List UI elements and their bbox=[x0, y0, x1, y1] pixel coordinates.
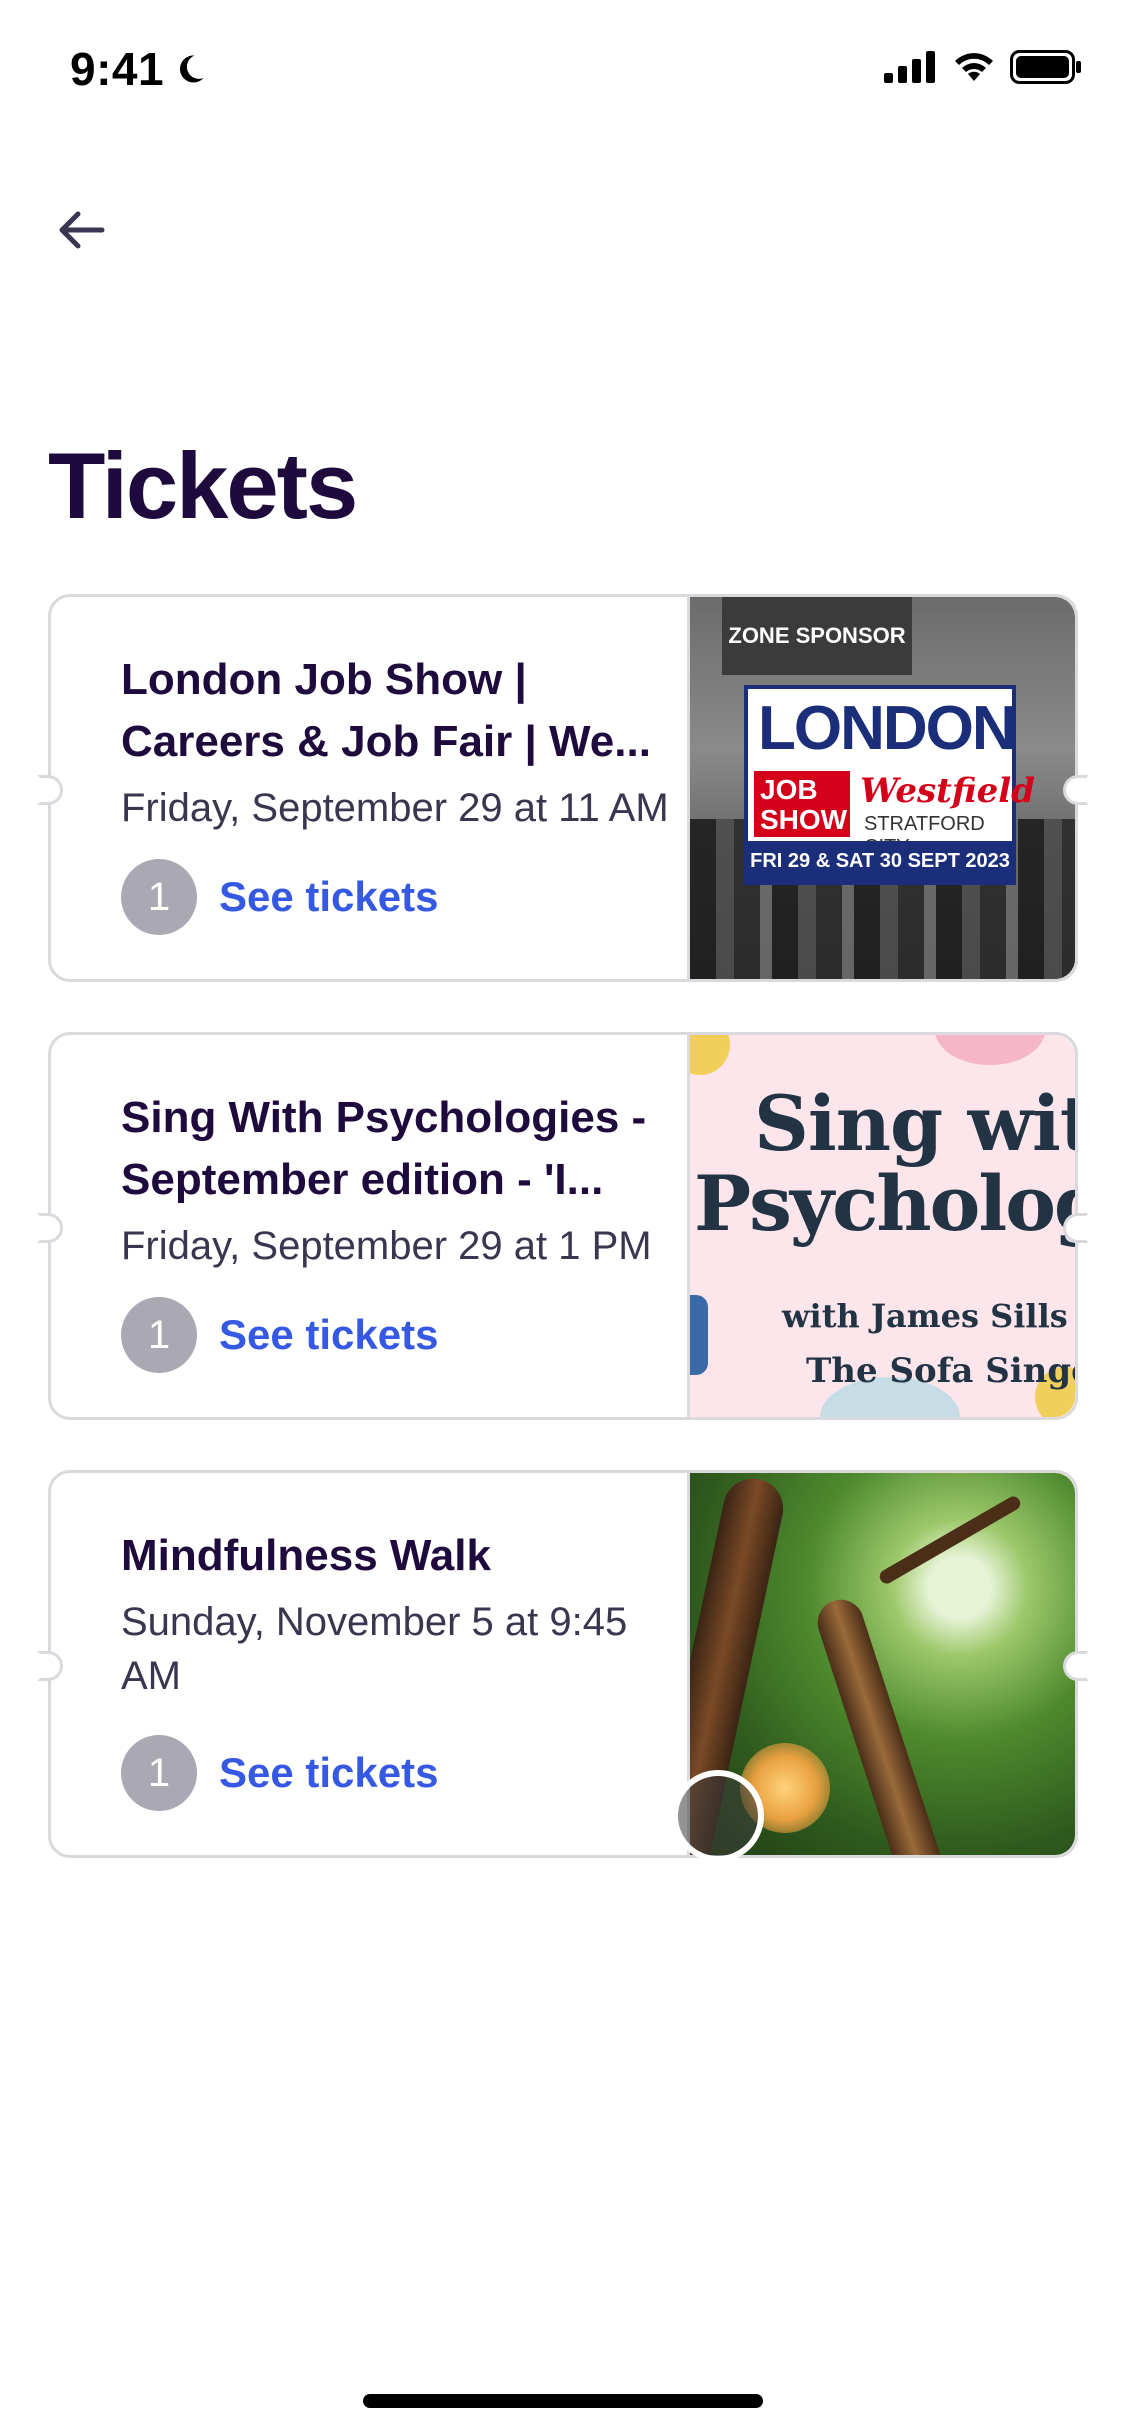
ticket-title: Mindfulness Walk bbox=[121, 1531, 491, 1580]
image-text: LONDON bbox=[758, 694, 1017, 763]
wifi-icon bbox=[955, 53, 993, 81]
ticket-notch bbox=[1063, 1651, 1089, 1681]
ticket-title: London Job Show | Careers & Job Fair | W… bbox=[121, 655, 651, 766]
see-tickets-link[interactable]: See tickets bbox=[219, 1311, 438, 1359]
page-title: Tickets bbox=[48, 433, 358, 538]
cellular-signal-icon bbox=[884, 51, 935, 83]
ticket-date: Friday, September 29 at 1 PM bbox=[121, 1224, 652, 1268]
event-sign: LONDON JOB SHOW Westfield STRATFORD CITY… bbox=[744, 685, 1035, 885]
ticket-title: Sing With Psychologies - September editi… bbox=[121, 1093, 647, 1204]
ticket-date: Sunday, November 5 at 9:45 AM bbox=[121, 1600, 628, 1698]
ticket-actions: 1 See tickets bbox=[121, 1735, 438, 1811]
ticket-quantity-badge: 1 bbox=[121, 859, 197, 935]
image-text: Sing wit bbox=[754, 1079, 1075, 1168]
battery-icon bbox=[1010, 50, 1081, 84]
ticket-actions: 1 See tickets bbox=[121, 859, 438, 935]
ticket-card[interactable]: London Job Show | Careers & Job Fair | W… bbox=[37, 594, 1089, 982]
event-image: ZONE SPONSOR LONDON JOB SHOW Westfield S… bbox=[687, 597, 1075, 979]
image-decoration bbox=[690, 1295, 708, 1375]
image-text: Westfield bbox=[860, 771, 1035, 811]
status-time-text: 9:41 bbox=[70, 43, 165, 95]
home-indicator[interactable] bbox=[363, 2394, 763, 2408]
arrow-left-icon bbox=[59, 211, 105, 249]
touch-indicator bbox=[672, 1770, 764, 1862]
image-text: FRI 29 & SAT 30 SEPT 2023 bbox=[748, 841, 1012, 881]
status-time: 9:41 bbox=[70, 42, 208, 96]
see-tickets-link[interactable]: See tickets bbox=[219, 873, 438, 921]
ticket-quantity-badge: 1 bbox=[121, 1297, 197, 1373]
image-text: Psycholog bbox=[694, 1159, 1075, 1248]
image-tree bbox=[811, 1593, 955, 1855]
ticket-actions: 1 See tickets bbox=[121, 1297, 438, 1373]
status-indicators bbox=[884, 50, 1082, 84]
image-text: with James Sills bbox=[782, 1297, 1068, 1335]
ticket-notch bbox=[1063, 775, 1089, 805]
see-tickets-link[interactable]: See tickets bbox=[219, 1749, 438, 1797]
ticket-notch bbox=[1063, 1213, 1089, 1243]
image-tree bbox=[877, 1493, 1023, 1587]
ticket-card[interactable]: Sing With Psychologies - September editi… bbox=[37, 1032, 1089, 1420]
moon-icon bbox=[180, 55, 204, 83]
image-decoration bbox=[690, 1035, 730, 1075]
image-text: The Sofa Singe bbox=[806, 1351, 1075, 1391]
ticket-quantity-badge: 1 bbox=[121, 1735, 197, 1811]
image-text: ZONE SPONSOR bbox=[722, 597, 912, 675]
back-button[interactable] bbox=[40, 190, 120, 270]
image-decoration bbox=[935, 1035, 1045, 1065]
image-text: JOB SHOW bbox=[754, 771, 850, 837]
status-bar: 9:41 bbox=[0, 0, 1126, 140]
event-image: Sing wit Psycholog with James Sills The … bbox=[687, 1035, 1075, 1417]
ticket-date: Friday, September 29 at 11 AM bbox=[121, 786, 669, 830]
ticket-card[interactable]: Mindfulness Walk Sunday, November 5 at 9… bbox=[37, 1470, 1089, 1858]
